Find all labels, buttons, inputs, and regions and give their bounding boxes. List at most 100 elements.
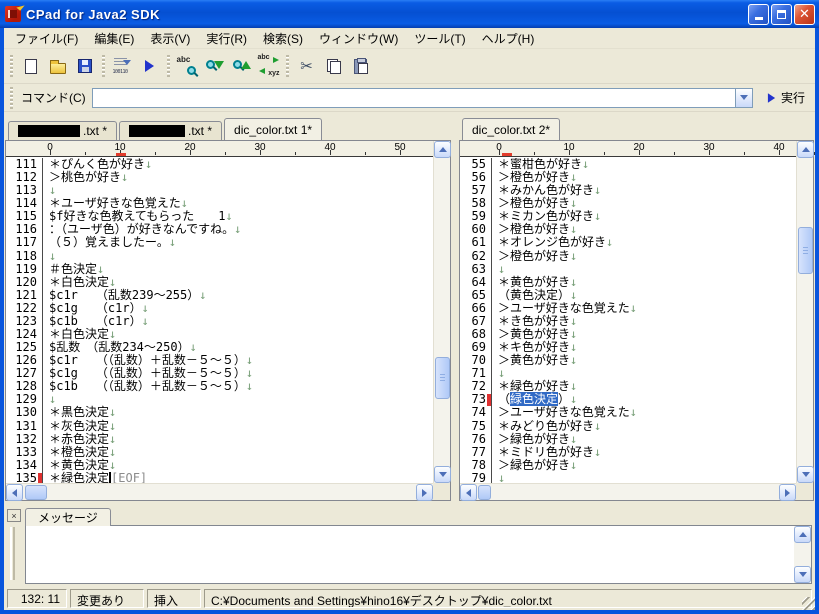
left-horizontal-scrollbar[interactable] <box>6 483 433 501</box>
menu-help[interactable]: ヘルプ(H) <box>474 28 543 49</box>
menu-tools[interactable]: ツール(T) <box>406 28 473 49</box>
close-icon: ✕ <box>799 6 810 21</box>
newline-mark: ↓ <box>570 340 578 355</box>
editor-tab[interactable]: .txt * <box>119 121 223 140</box>
scroll-up-button[interactable] <box>797 141 814 158</box>
goto-line-button[interactable]: 100110 <box>109 53 136 80</box>
right-vertical-scrollbar[interactable] <box>796 141 814 483</box>
paste-button[interactable] <box>347 53 374 80</box>
toolbar-grip[interactable] <box>286 55 289 77</box>
editor-line[interactable]: 112 ＞桃色が好き↓ <box>6 170 433 185</box>
minimize-icon <box>754 17 763 20</box>
scrollbar-corner <box>433 483 450 500</box>
open-file-button[interactable] <box>44 53 71 80</box>
input-mode: 挿入 <box>147 588 201 608</box>
right-editor-content[interactable]: 55 ＊蜜柑色が好き↓ 56 ＞橙色が好き↓ 57 ＊みかん色が好き↓ 58 ＞橙色が好き↓ 5… <box>460 158 796 483</box>
editor-tab[interactable]: dic_color.txt 1* <box>224 118 323 140</box>
scroll-down-button[interactable] <box>794 566 811 583</box>
editor-line[interactable]: 135 ＊緑色決定 [EOF] <box>6 471 433 483</box>
left-tab-bar: .txt * .txt * dic_color.txt 1* <box>5 118 451 140</box>
editor-line[interactable]: 62 ＞橙色が好き↓ <box>460 249 796 263</box>
line-number: 66 <box>460 301 492 315</box>
toolbar-grip[interactable] <box>10 55 13 77</box>
scroll-left-button[interactable] <box>460 484 477 501</box>
editor-line[interactable]: 70 ＞黄色が好き↓ <box>460 353 796 368</box>
search-icon: abc <box>177 55 199 76</box>
scrollbar-thumb[interactable] <box>478 485 491 500</box>
left-vertical-scrollbar[interactable] <box>433 141 451 483</box>
newline-mark: ↓ <box>109 327 117 342</box>
scroll-down-button[interactable] <box>797 466 814 483</box>
line-number: 62 <box>460 249 492 263</box>
menu-run[interactable]: 実行(R) <box>198 28 255 49</box>
newline-mark: ↓ <box>245 379 254 394</box>
command-input[interactable] <box>92 89 735 106</box>
scroll-right-button[interactable] <box>779 484 796 501</box>
editor-tab[interactable]: .txt * <box>8 121 118 140</box>
scroll-up-button[interactable] <box>794 526 811 543</box>
text-segment: ＊ミドリ色が好き <box>498 444 595 459</box>
title-bar: CPad for Java2 SDK ✕ <box>0 0 819 28</box>
message-close-button[interactable]: × <box>7 509 21 522</box>
execute-label: 実行 <box>780 91 805 105</box>
right-horizontal-scrollbar[interactable] <box>460 483 796 501</box>
scroll-down-button[interactable] <box>434 466 451 483</box>
editor-line[interactable]: 79 ↓ <box>460 471 796 483</box>
find-next-button[interactable] <box>201 53 228 80</box>
text-segment: ：（ユーザ色）が好きなんですね。 <box>49 222 235 237</box>
menu-file[interactable]: ファイル(F) <box>7 28 86 49</box>
toolbar-grip[interactable] <box>102 55 105 77</box>
command-dropdown-button[interactable] <box>734 88 752 107</box>
left-editor-content[interactable]: 111 ＊ぴんく色が好き↓ 112 ＞桃色が好き↓ 113 ↓ 114 ＊ユーザ好きな色覚えた… <box>6 158 433 483</box>
scroll-right-button[interactable] <box>416 484 433 501</box>
find-prev-button[interactable] <box>228 53 255 80</box>
editor-tab[interactable]: dic_color.txt 2* <box>462 118 561 140</box>
maximize-button[interactable] <box>771 3 792 25</box>
resize-grip[interactable] <box>802 597 815 610</box>
selected-text: 緑色決定 <box>510 392 559 407</box>
menu-window[interactable]: ウィンドウ(W) <box>311 28 406 49</box>
newline-mark: ↓ <box>498 261 506 276</box>
execute-button[interactable]: 実行 <box>763 87 809 108</box>
menu-search[interactable]: 検索(S) <box>255 28 311 49</box>
command-bar-grip[interactable] <box>10 86 13 109</box>
text-segment: ＊オレンジ色が好き <box>498 235 607 250</box>
status-bar: 132: 11 変更あり 挿入 C:¥Documents and Setting… <box>4 586 815 610</box>
cut-button[interactable]: ✂ <box>293 53 320 80</box>
scroll-left-button[interactable] <box>6 484 23 501</box>
run-button[interactable] <box>136 53 163 80</box>
message-output[interactable] <box>25 525 812 584</box>
newline-mark: ↓ <box>234 222 242 237</box>
scroll-up-button[interactable] <box>434 141 451 158</box>
text-segment: $c1b （c1r） <box>49 313 142 328</box>
editor-line[interactable]: 117 （５）覚えましたー。↓ <box>6 236 433 250</box>
newline-mark: ↓ <box>570 274 578 289</box>
toolbar-grip[interactable] <box>167 55 170 77</box>
new-file-button[interactable] <box>17 53 44 80</box>
find-prev-icon <box>231 56 253 76</box>
newline-mark: ↓ <box>49 248 57 263</box>
replace-button[interactable]: abc xyz <box>255 53 282 80</box>
scrollbar-thumb[interactable] <box>798 227 813 274</box>
close-button[interactable]: ✕ <box>794 3 815 25</box>
search-button[interactable]: abc <box>174 53 201 80</box>
minimize-button[interactable] <box>748 3 769 25</box>
editor-line[interactable]: 78 ＞緑色が好き↓ <box>460 458 796 472</box>
tab-suffix: .txt * <box>83 124 108 138</box>
message-panel-grip[interactable] <box>10 527 15 580</box>
menu-edit[interactable]: 編集(E) <box>86 28 142 49</box>
save-button[interactable] <box>71 53 98 80</box>
copy-button[interactable] <box>320 53 347 80</box>
message-vertical-scrollbar[interactable] <box>794 526 811 583</box>
menu-view[interactable]: 表示(V) <box>142 28 198 49</box>
newline-mark: ↓ <box>629 300 637 315</box>
scrollbar-thumb[interactable] <box>435 357 450 399</box>
editor-line[interactable]: 128 $c1b （（乱数）＋乱数－５～５）↓ <box>6 379 433 394</box>
message-tab[interactable]: メッセージ <box>25 508 111 526</box>
newline-mark: ↓ <box>594 444 602 459</box>
redacted-filename <box>129 125 186 137</box>
text-segment: ＊キ色が好き <box>498 340 571 355</box>
newline-mark: ↓ <box>109 457 117 472</box>
scrollbar-thumb[interactable] <box>25 485 47 500</box>
newline-mark: ↓ <box>570 353 578 368</box>
